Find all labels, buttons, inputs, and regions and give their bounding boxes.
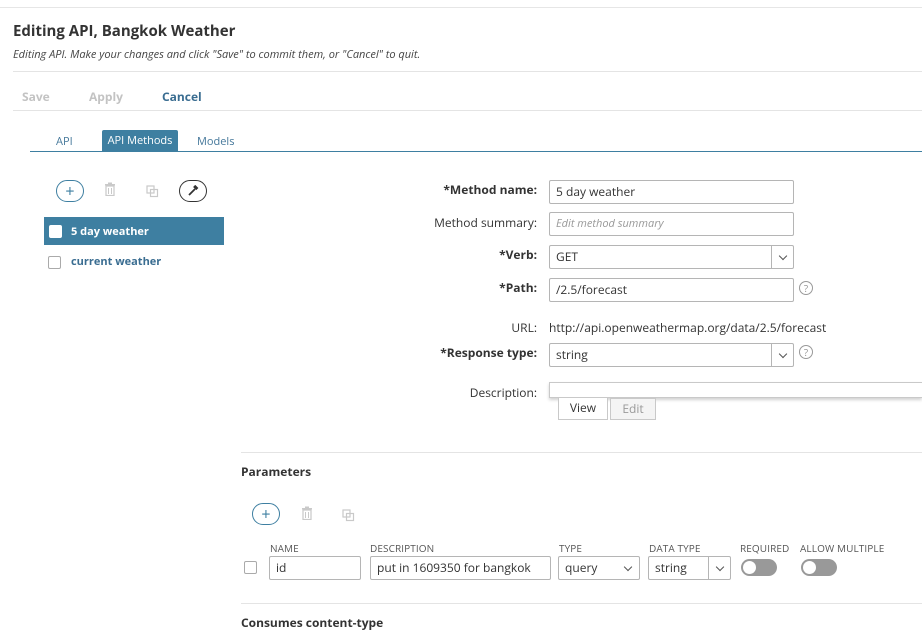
page-title: Editing API, Bangkok Weather	[13, 21, 236, 41]
parameter-data-type-select[interactable]: string	[648, 556, 731, 580]
col-header-data-type: DATA TYPE	[649, 541, 701, 555]
method-name-label: *Method name:	[443, 181, 537, 198]
tab-api-methods[interactable]: API Methods	[102, 130, 178, 151]
add-parameter-button[interactable]: +	[252, 503, 280, 525]
toggle-knob	[803, 561, 816, 574]
method-label: 5 day weather	[71, 224, 149, 239]
copy-method-button[interactable]	[146, 184, 159, 202]
col-header-type: TYPE	[559, 541, 583, 555]
top-divider	[0, 7, 922, 8]
url-label: URL:	[511, 319, 537, 336]
delete-icon	[302, 506, 312, 521]
tools-button[interactable]	[179, 180, 207, 202]
method-checkbox[interactable]	[48, 256, 61, 269]
table-row: id put in 1609350 for bangkok query stri…	[241, 556, 922, 580]
save-button[interactable]: Save	[22, 88, 50, 105]
delete-method-button[interactable]	[104, 182, 116, 200]
allow-multiple-toggle[interactable]	[801, 559, 837, 576]
delete-icon	[105, 182, 115, 197]
required-toggle[interactable]	[741, 559, 777, 576]
method-list-item-selected[interactable]: 5 day weather	[44, 217, 224, 245]
path-input[interactable]: /2.5/forecast	[549, 278, 794, 302]
add-icon: +	[65, 180, 75, 202]
description-edit-tab[interactable]: Edit	[610, 398, 656, 420]
apply-button[interactable]: Apply	[89, 88, 123, 105]
method-name-input[interactable]: 5 day weather	[549, 180, 794, 204]
description-label: Description:	[469, 384, 537, 401]
response-type-label: *Response type:	[440, 344, 537, 361]
parameter-description-input[interactable]: put in 1609350 for bangkok	[370, 556, 551, 580]
description-editor[interactable]	[549, 382, 922, 398]
method-summary-label: Method summary:	[434, 214, 537, 231]
chevron-down-icon	[771, 246, 793, 268]
actions-divider	[13, 110, 922, 111]
method-summary-input[interactable]: Edit method summary	[549, 212, 794, 236]
consumes-divider	[241, 603, 922, 604]
copy-icon	[342, 509, 355, 522]
parameter-data-type-value: string	[655, 559, 687, 576]
path-label: *Path:	[499, 279, 537, 296]
copy-parameter-button[interactable]	[342, 508, 355, 526]
tab-models[interactable]: Models	[197, 134, 234, 149]
col-header-name: NAME	[270, 541, 299, 555]
parameter-checkbox[interactable]	[244, 561, 257, 574]
response-type-help-icon[interactable]: ?	[799, 345, 813, 359]
verb-select[interactable]: GET	[549, 245, 794, 269]
col-header-description: DESCRIPTION	[370, 541, 435, 555]
verb-value: GET	[556, 248, 579, 265]
method-checkbox[interactable]	[49, 225, 62, 238]
chevron-down-icon	[708, 557, 730, 579]
path-help-icon[interactable]: ?	[799, 281, 813, 295]
add-icon: +	[261, 503, 271, 525]
tab-underline	[30, 151, 922, 152]
col-header-required: REQUIRED	[740, 541, 790, 555]
consumes-title: Consumes content-type	[241, 614, 384, 631]
cancel-button[interactable]: Cancel	[162, 88, 202, 105]
delete-parameter-button[interactable]	[301, 506, 313, 524]
method-label: current weather	[71, 254, 162, 269]
description-view-tab[interactable]: View	[558, 398, 608, 420]
parameter-name-input[interactable]: id	[269, 556, 361, 580]
url-value: http://api.openweathermap.org/data/2.5/f…	[549, 319, 827, 336]
chevron-down-icon	[617, 557, 639, 579]
tab-api[interactable]: API	[56, 134, 73, 149]
response-type-select[interactable]: string	[549, 343, 794, 367]
parameters-divider	[241, 452, 922, 453]
parameters-title: Parameters	[241, 463, 312, 480]
verb-label: *Verb:	[499, 246, 537, 263]
copy-icon	[146, 185, 159, 198]
parameter-type-select[interactable]: query	[558, 556, 640, 580]
method-list-item[interactable]: current weather	[44, 250, 224, 274]
page-subtitle: Editing API. Make your changes and click…	[13, 47, 421, 62]
col-header-allow-multiple: ALLOW MULTIPLE	[800, 541, 885, 555]
tools-icon	[188, 185, 199, 196]
add-method-button[interactable]: +	[56, 180, 84, 202]
chevron-down-icon	[771, 344, 793, 366]
response-type-value: string	[556, 346, 588, 363]
parameter-type-value: query	[565, 559, 598, 576]
header-divider	[13, 71, 922, 72]
toggle-knob	[743, 561, 756, 574]
